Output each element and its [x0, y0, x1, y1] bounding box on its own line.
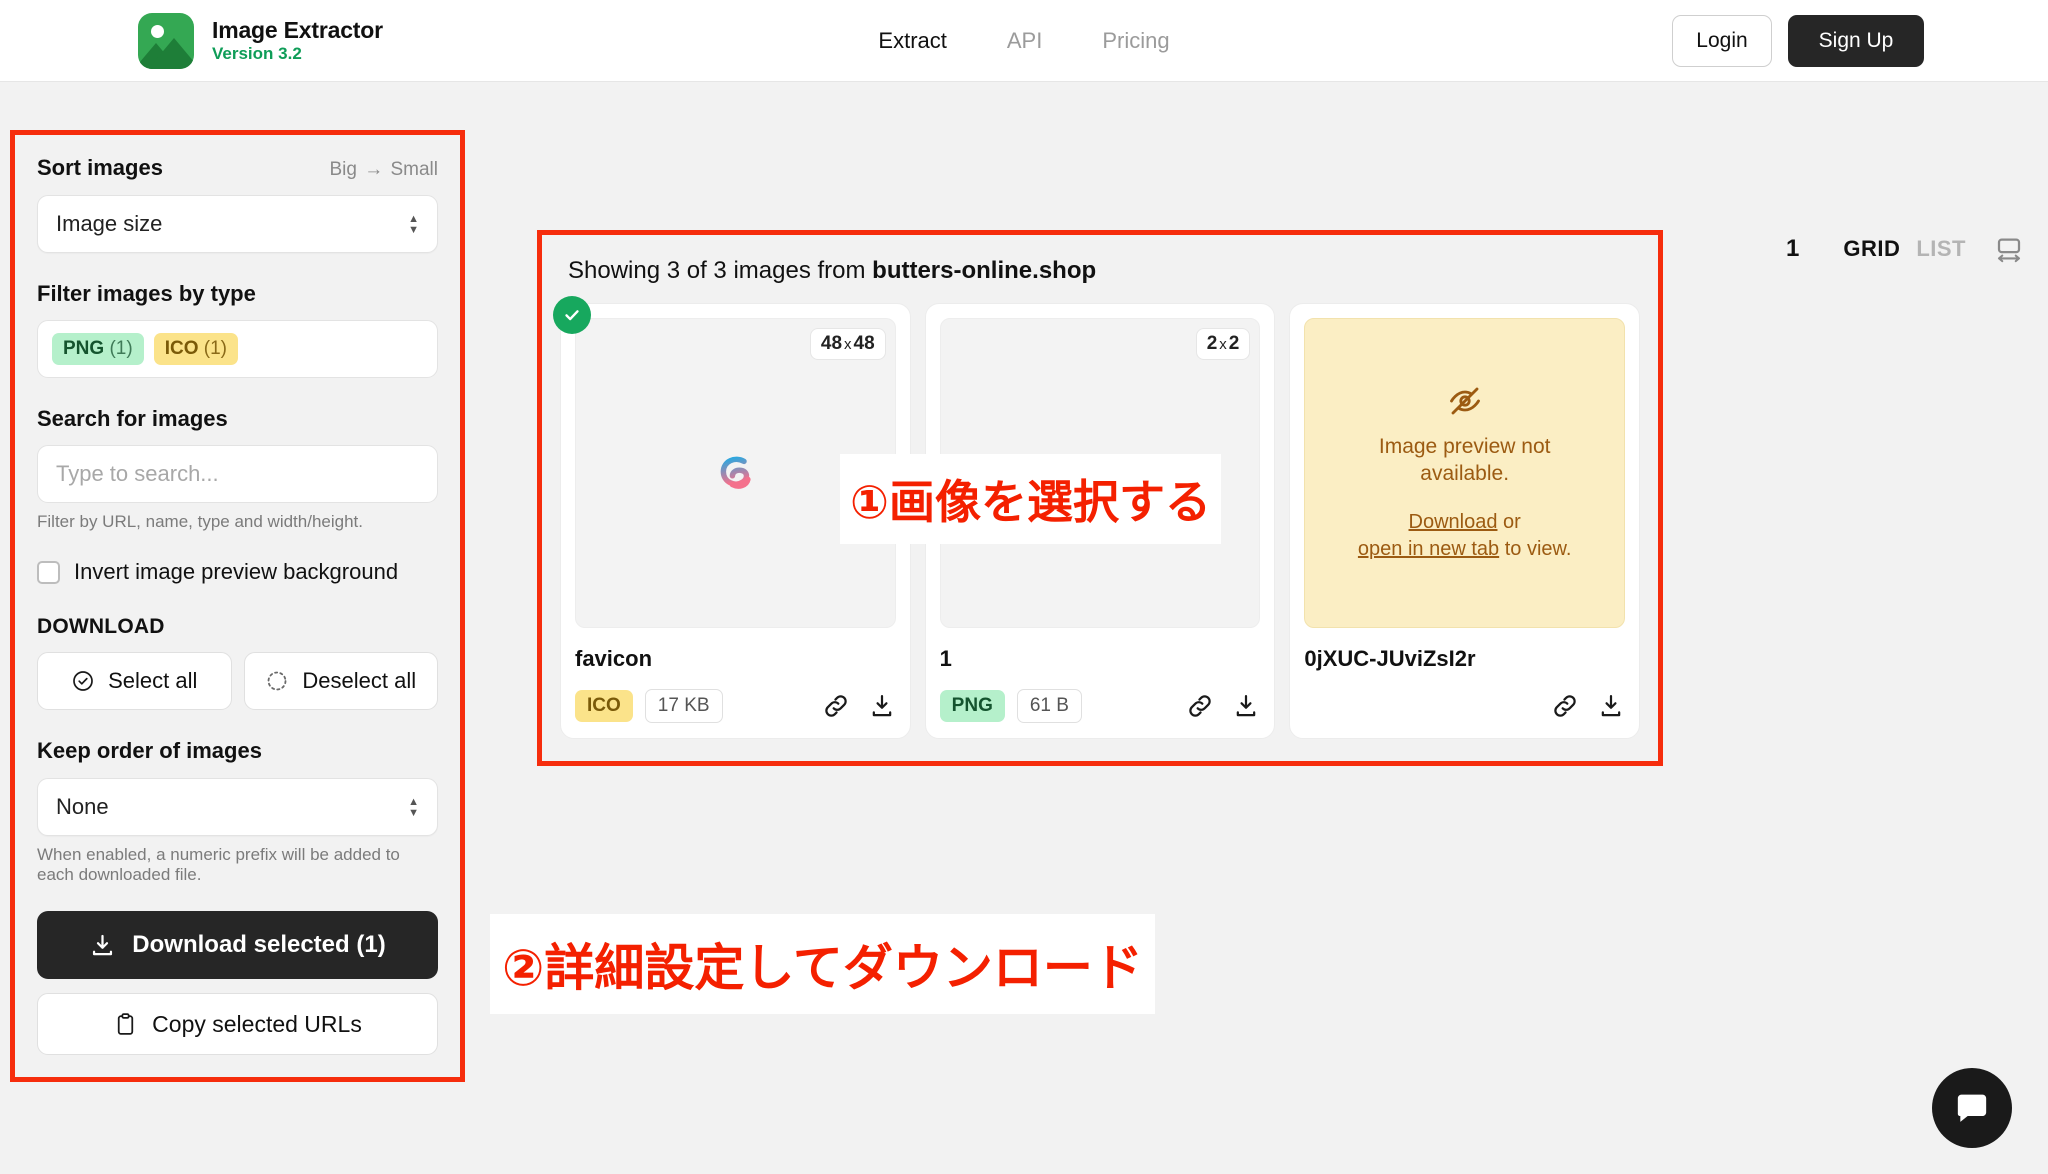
app-title: Image Extractor	[212, 17, 383, 43]
preview-unavailable-panel: Image preview not available. Download or…	[1304, 318, 1626, 628]
sort-images-label: Sort images	[37, 155, 163, 180]
keep-order-label: Keep order of images	[37, 738, 262, 763]
view-mode-list[interactable]: LIST	[1916, 236, 1966, 262]
nav-item-pricing[interactable]: Pricing	[1102, 28, 1169, 54]
image-extractor-logo-icon	[138, 12, 194, 69]
select-all-label: Select all	[108, 668, 198, 693]
download-selected-label: Download selected (1)	[132, 931, 386, 958]
results-heading: Showing 3 of 3 images from butters-onlin…	[568, 257, 1640, 285]
dim-width-2: 2	[1206, 333, 1218, 354]
warn-mid-text: or	[1497, 511, 1521, 534]
nav-item-api[interactable]: API	[1007, 28, 1042, 54]
keep-order-hint: When enabled, a numeric prefix will be a…	[37, 845, 400, 884]
image-card-unavailable[interactable]: Image preview not available. Download or…	[1289, 303, 1641, 739]
check-circle-icon	[73, 671, 93, 691]
invert-background-label: Invert image preview background	[74, 559, 399, 584]
dimensions-badge-favicon: 48 x 48	[809, 328, 886, 360]
main-navigation: Extract API Pricing	[878, 28, 1169, 54]
view-mode-grid[interactable]: GRID	[1843, 236, 1900, 262]
chip-png-type: PNG	[63, 338, 105, 359]
signup-button[interactable]: Sign Up	[1788, 14, 1924, 67]
dimensions-badge-1: 2x2	[1195, 328, 1251, 360]
sort-header: Sort images Big → Small	[37, 155, 438, 181]
favicon-preview-image	[720, 456, 751, 489]
select-all-button[interactable]: Select all	[37, 652, 232, 710]
download-icon-1[interactable]	[1232, 692, 1260, 720]
filter-chip-png[interactable]: PNG (1)	[52, 333, 144, 365]
download-section-title: DOWNLOAD	[37, 615, 165, 638]
dashed-circle-icon	[267, 671, 287, 691]
download-link[interactable]: Download	[1409, 511, 1498, 533]
dim-width: 48	[820, 333, 843, 354]
brand-logo-area[interactable]: Image Extractor Version 3.2	[138, 12, 383, 69]
arrow-right-icon: →	[364, 159, 384, 180]
preview-unavailable-text: Image preview not available.	[1379, 433, 1551, 488]
format-badge-ico: ICO	[575, 690, 633, 722]
type-filter-box: PNG (1) ICO (1)	[37, 320, 438, 378]
sort-hint-big: Big	[329, 159, 357, 180]
page-number[interactable]: 1	[1786, 235, 1799, 263]
chip-ico-count: (1)	[203, 338, 227, 359]
nav-item-extract[interactable]: Extract	[878, 28, 946, 54]
chat-widget-button[interactable]	[1932, 1068, 2012, 1148]
view-controls: 1 GRID LIST	[1786, 234, 2024, 264]
chevron-updown-icon-2: ▲ ▼	[408, 795, 419, 819]
copy-link-icon-favicon[interactable]	[822, 692, 850, 720]
image-name-1: 1	[939, 646, 952, 671]
download-selected-button[interactable]: Download selected (1)	[37, 911, 438, 979]
chip-ico-type: ICO	[164, 338, 199, 359]
annotation-step-2: ②詳細設定してダウンロード	[490, 914, 1155, 1014]
filters-sidebar: Sort images Big → Small Image size ▲ ▼ Fi…	[10, 130, 465, 1082]
download-icon	[93, 934, 113, 955]
eye-off-icon	[1449, 387, 1480, 415]
sort-direction-hint: Big → Small	[329, 159, 438, 181]
search-input[interactable]	[37, 445, 438, 503]
warn-line-2: available.	[1420, 462, 1510, 485]
annotation-step-1: ①画像を選択する	[840, 454, 1221, 544]
sort-select[interactable]: Image size ▲ ▼	[37, 195, 438, 253]
dim-height: 48	[853, 333, 875, 354]
chat-bubble-icon	[1957, 1094, 1987, 1122]
results-heading-prefix: Showing 3 of 3 images from	[568, 257, 873, 284]
image-name-favicon: favicon	[575, 646, 653, 671]
top-navigation-bar: Image Extractor Version 3.2 Extract API …	[0, 0, 2048, 82]
filter-chip-ico[interactable]: ICO (1)	[153, 333, 238, 365]
keep-order-select[interactable]: None ▲ ▼	[37, 778, 438, 836]
warn-line-1: Image preview not	[1378, 434, 1551, 458]
warn-tail-text: to view.	[1499, 538, 1572, 561]
app-version: Version 3.2	[212, 44, 302, 64]
image-name-unavailable: 0jXUC-JUviZsI2r	[1304, 646, 1476, 671]
copy-link-icon-unavailable[interactable]	[1551, 692, 1579, 720]
download-icon-favicon[interactable]	[868, 692, 896, 720]
filter-type-label: Filter images by type	[37, 281, 256, 306]
open-in-new-tab-link[interactable]: open in new tab	[1358, 538, 1499, 560]
download-icon-unavailable[interactable]	[1597, 692, 1625, 720]
copy-link-icon-1[interactable]	[1186, 692, 1214, 720]
invert-background-checkbox[interactable]	[37, 560, 60, 584]
search-hint: Filter by URL, name, type and width/heig…	[37, 512, 363, 531]
sort-hint-small: Small	[390, 159, 438, 180]
deselect-all-button[interactable]: Deselect all	[243, 652, 438, 710]
login-button[interactable]: Login	[1672, 14, 1772, 67]
chip-png-count: (1)	[109, 338, 133, 359]
clipboard-icon	[118, 1012, 134, 1035]
chevron-updown-icon: ▲ ▼	[408, 212, 419, 236]
resize-width-icon[interactable]	[1994, 234, 2024, 264]
selected-check-icon[interactable]	[553, 296, 591, 334]
invert-background-checkbox-row[interactable]: Invert image preview background	[37, 559, 438, 585]
sort-select-value: Image size	[56, 211, 163, 236]
format-badge-png: PNG	[939, 690, 1005, 722]
dim-height-2: 2	[1228, 333, 1240, 354]
deselect-all-label: Deselect all	[302, 668, 417, 693]
results-heading-domain: butters-online.shop	[872, 257, 1097, 284]
preview-unavailable-links: Download or open in new tab to view.	[1358, 509, 1572, 563]
keep-order-value: None	[56, 794, 109, 819]
filesize-badge-1: 61 B	[1016, 689, 1082, 723]
copy-urls-label: Copy selected URLs	[152, 1010, 362, 1037]
copy-selected-urls-button[interactable]: Copy selected URLs	[37, 993, 438, 1055]
search-images-label: Search for images	[37, 406, 228, 431]
filesize-badge-favicon: 17 KB	[644, 689, 723, 723]
